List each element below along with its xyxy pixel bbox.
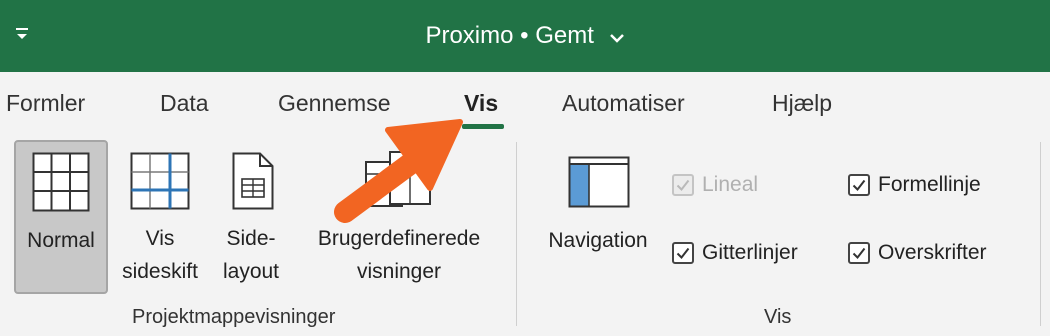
page-layout-button[interactable]: Side- layout bbox=[208, 140, 294, 294]
window-title[interactable]: Proximo • Gemt bbox=[0, 22, 1050, 51]
page-layout-label-line2: layout bbox=[222, 260, 280, 283]
navigation-label: Navigation bbox=[548, 229, 648, 252]
headings-checkbox[interactable]: Overskrifter bbox=[848, 236, 987, 270]
formula-bar-checkbox[interactable]: Formellinje bbox=[848, 168, 981, 202]
page-layout-label-line1: Side- bbox=[226, 227, 276, 250]
checkmark-icon bbox=[848, 174, 870, 197]
show-group-label: Vis bbox=[764, 306, 792, 328]
tab-view[interactable]: Vis bbox=[464, 90, 498, 117]
page-break-preview-label-line2: sideskift bbox=[122, 260, 198, 283]
tab-data[interactable]: Data bbox=[160, 90, 209, 117]
page-break-preview-label-line1: Vis bbox=[145, 227, 175, 250]
ruler-label: Lineal bbox=[702, 173, 759, 196]
tab-automate[interactable]: Automatiser bbox=[562, 90, 685, 117]
active-tab-indicator bbox=[462, 124, 504, 129]
custom-views-label-line1: Brugerdefinerede bbox=[317, 227, 481, 250]
checkmark-icon bbox=[672, 242, 694, 265]
normal-view-label: Normal bbox=[27, 229, 95, 252]
custom-views-label-line2: visninger bbox=[356, 260, 442, 283]
formula-bar-label: Formellinje bbox=[878, 173, 981, 196]
navigation-pane-icon bbox=[568, 156, 630, 217]
normal-view-button[interactable]: Normal bbox=[14, 140, 108, 294]
page-layout-icon bbox=[232, 152, 274, 219]
ribbon: Normal Vis sideskift Side- layout Bruger… bbox=[0, 136, 1050, 336]
normal-view-icon bbox=[32, 152, 90, 221]
navigation-button[interactable]: Navigation bbox=[534, 140, 662, 294]
tab-help[interactable]: Hjælp bbox=[772, 90, 832, 117]
ribbon-tabs: Formler Data Gennemse Vis Automatiser Hj… bbox=[0, 72, 1050, 136]
title-bar: Proximo • Gemt bbox=[0, 0, 1050, 72]
document-title: Proximo • Gemt bbox=[425, 22, 594, 49]
headings-label: Overskrifter bbox=[878, 241, 987, 264]
tab-review[interactable]: Gennemse bbox=[278, 90, 391, 117]
page-break-preview-button[interactable]: Vis sideskift bbox=[112, 140, 208, 294]
ruler-checkbox[interactable]: Lineal bbox=[672, 168, 758, 202]
workbook-views-group-label: Projektmappevisninger bbox=[132, 306, 336, 328]
custom-views-icon bbox=[364, 148, 434, 219]
tab-formulas[interactable]: Formler bbox=[6, 90, 85, 117]
group-divider bbox=[516, 142, 517, 326]
gridlines-label: Gitterlinjer bbox=[702, 241, 798, 264]
gridlines-checkbox[interactable]: Gitterlinjer bbox=[672, 236, 798, 270]
chevron-down-icon bbox=[609, 23, 625, 51]
checkmark-icon bbox=[848, 242, 870, 265]
checkmark-icon bbox=[672, 174, 694, 197]
custom-views-button[interactable]: Brugerdefinerede visninger bbox=[296, 140, 502, 294]
page-break-preview-icon bbox=[130, 152, 190, 219]
group-divider bbox=[1040, 142, 1041, 326]
